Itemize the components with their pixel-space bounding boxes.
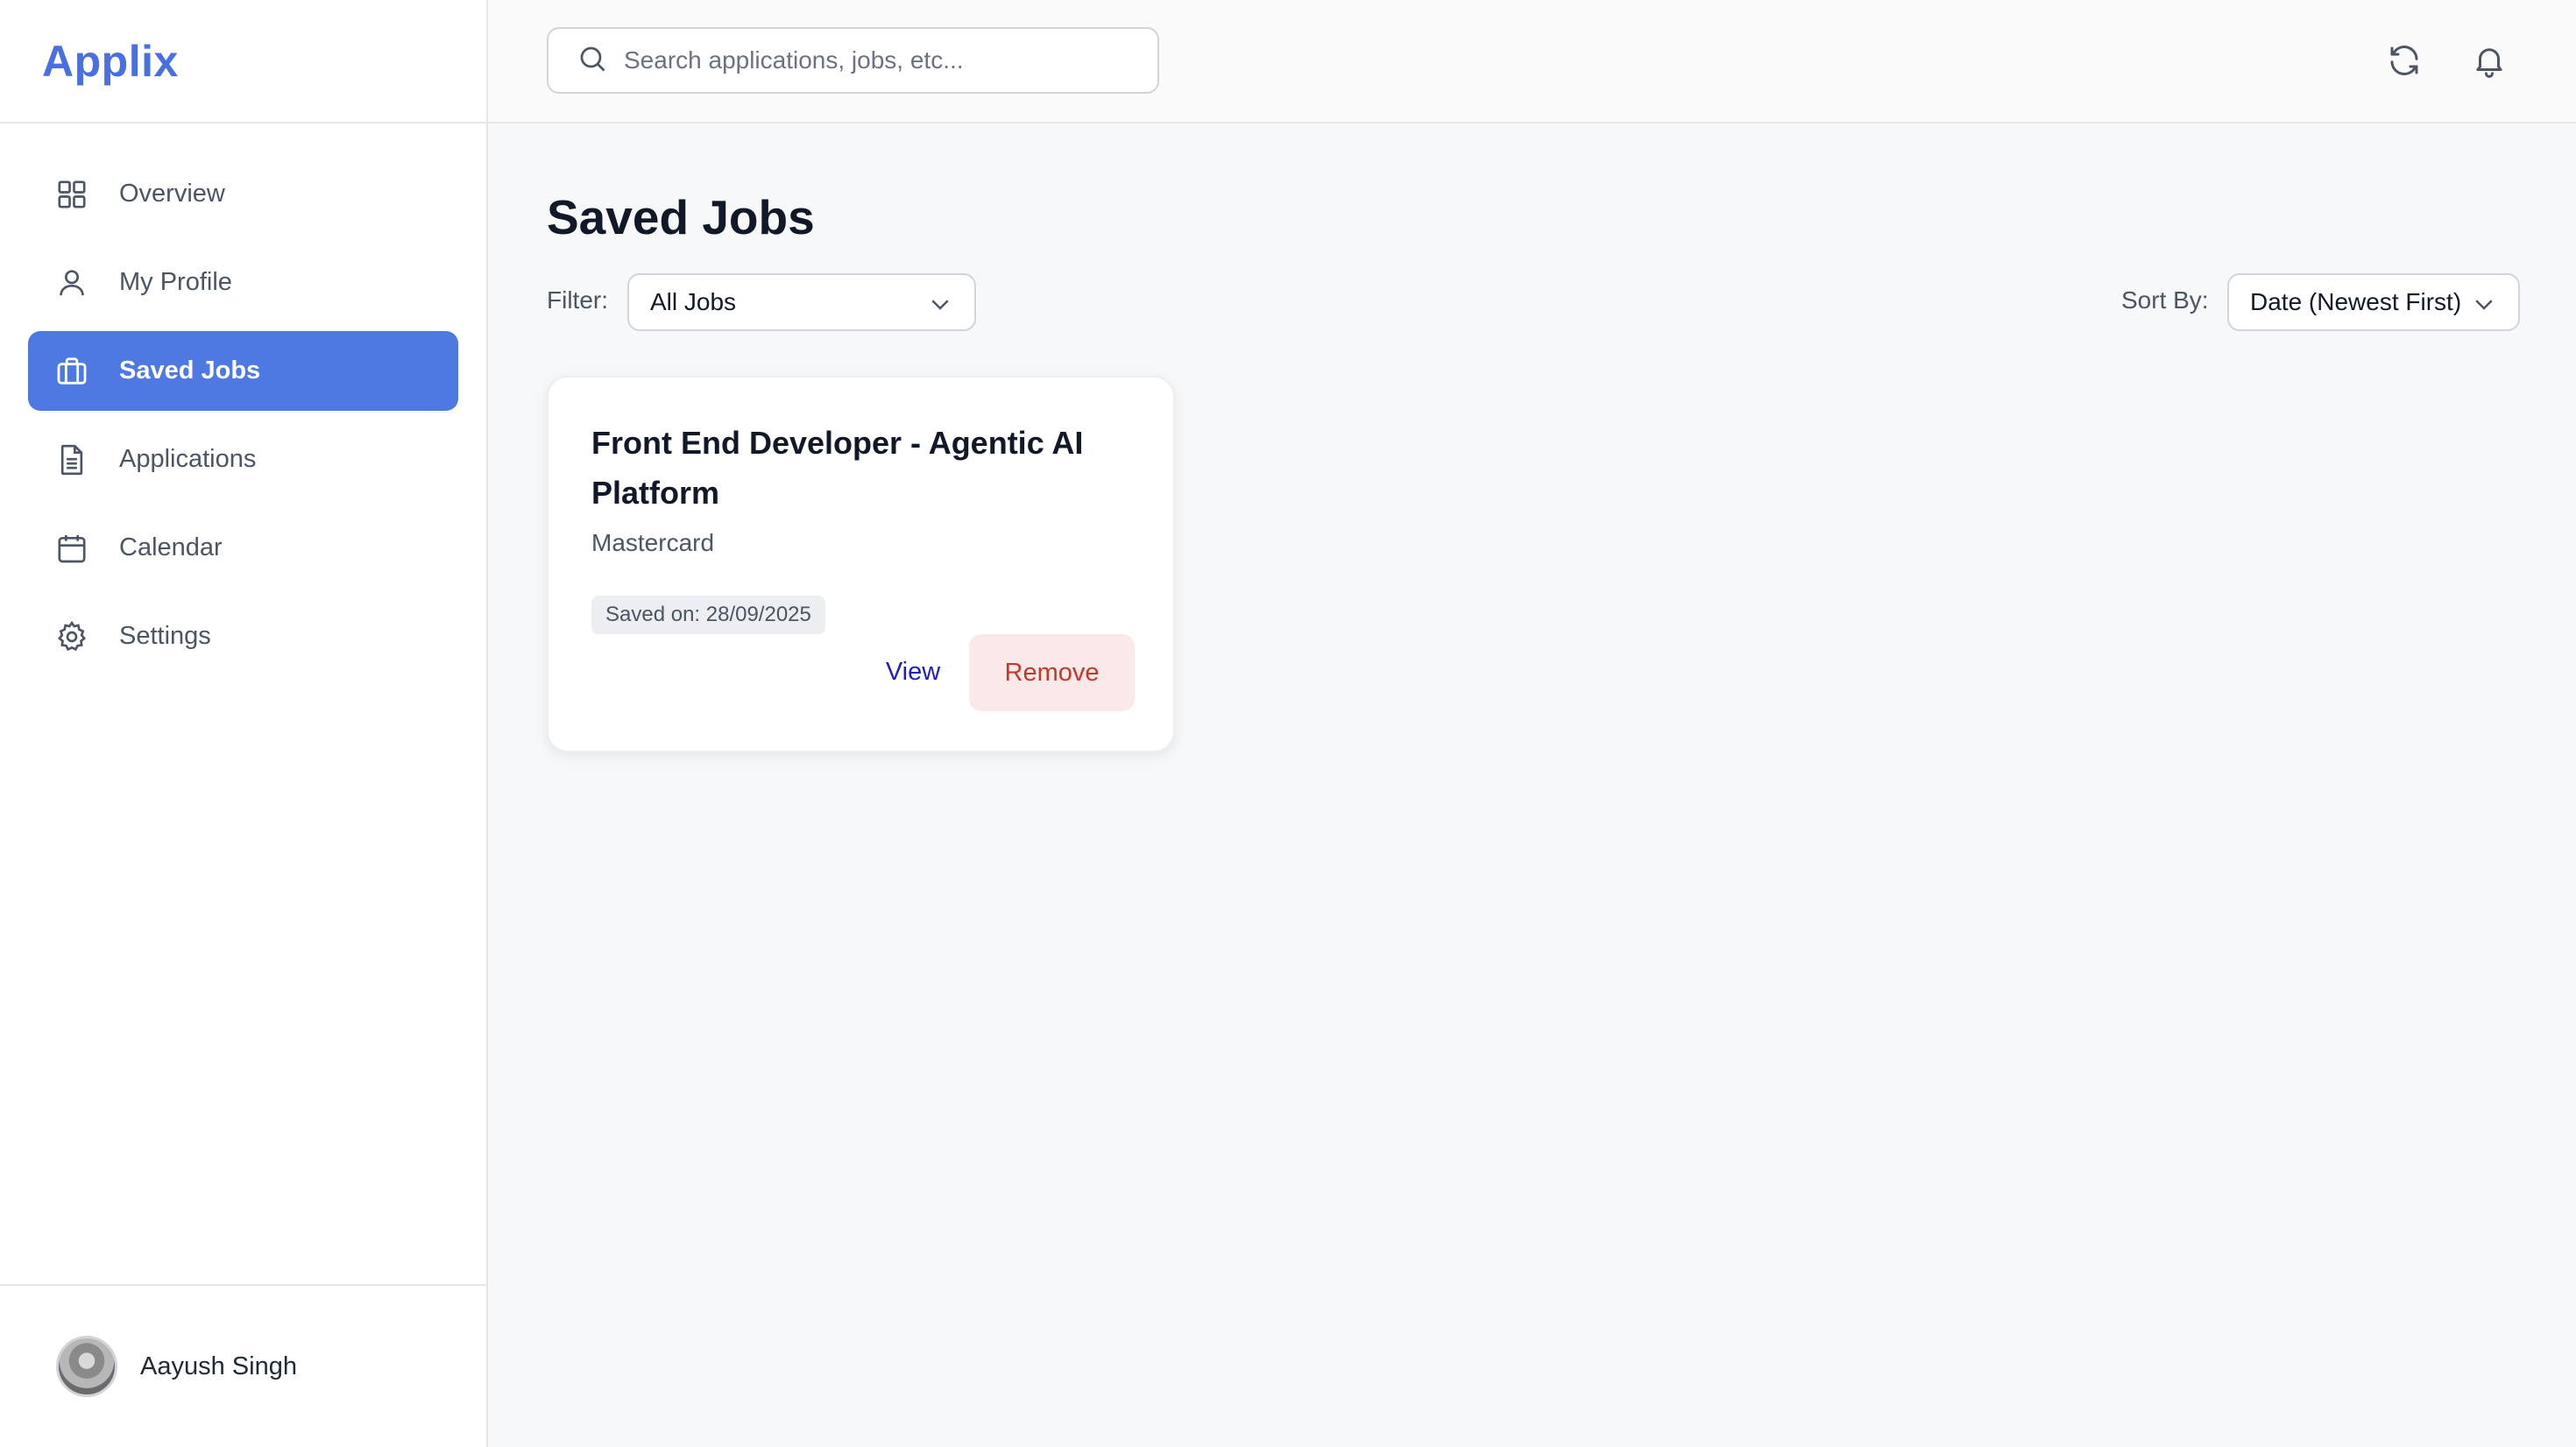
sidebar-item-my-profile[interactable]: My Profile (28, 243, 458, 322)
filter-label: Filter: (547, 286, 608, 314)
sidebar-item-saved-jobs[interactable]: Saved Jobs (28, 331, 458, 411)
top-bar (488, 0, 2576, 124)
sidebar: Applix Overview My Profile Saved Jobs Ap… (0, 0, 488, 1447)
job-title[interactable]: Front End Developer - Agentic AI Platfor… (591, 418, 1135, 518)
sort-select[interactable]: Date (Newest First) (2227, 273, 2520, 331)
refresh-icon[interactable] (2383, 39, 2425, 81)
job-card: Front End Developer - Agentic AI Platfor… (547, 376, 1175, 752)
sidebar-item-label: Calendar (119, 533, 223, 561)
sidebar-item-applications[interactable]: Applications (28, 420, 458, 499)
sidebar-item-label: Settings (119, 622, 211, 650)
search-icon (577, 43, 608, 79)
sidebar-item-label: Saved Jobs (119, 356, 261, 385)
sidebar-item-overview[interactable]: Overview (28, 154, 458, 234)
chevron-down-icon (931, 300, 949, 310)
page-title: Saved Jobs (547, 190, 815, 244)
app-logo[interactable]: Applix (42, 36, 179, 87)
company-name: Mastercard (591, 529, 715, 556)
avatar[interactable] (56, 1336, 117, 1397)
calendar-icon (54, 531, 89, 566)
chevron-down-icon (2475, 300, 2493, 310)
brand-bar: Applix (0, 0, 486, 124)
remove-button[interactable]: Remove (969, 634, 1135, 711)
filter-value: All Jobs (650, 288, 737, 315)
gear-icon (54, 619, 89, 654)
sidebar-item-label: Overview (119, 180, 225, 208)
filter-select[interactable]: All Jobs (627, 273, 976, 331)
sidebar-nav: Overview My Profile Saved Jobs Applicati… (0, 124, 486, 676)
sidebar-item-settings[interactable]: Settings (28, 596, 458, 676)
sidebar-item-calendar[interactable]: Calendar (28, 508, 458, 588)
view-button[interactable]: View (862, 634, 964, 709)
user-icon (54, 265, 89, 300)
saved-date-badge: Saved on: 28/09/2025 (591, 596, 825, 634)
user-profile[interactable]: Aayush Singh (0, 1284, 486, 1447)
sidebar-item-label: Applications (119, 445, 257, 473)
sort-value: Date (Newest First) (2250, 288, 2462, 315)
briefcase-icon (54, 354, 89, 389)
search-input[interactable] (624, 46, 1132, 74)
grid-icon (54, 177, 89, 212)
document-icon (54, 442, 89, 477)
sort-label: Sort By: (2121, 286, 2209, 314)
user-name: Aayush Singh (140, 1352, 297, 1380)
sidebar-item-label: My Profile (119, 268, 232, 296)
search-box[interactable] (547, 27, 1159, 94)
bell-icon[interactable] (2468, 39, 2510, 81)
